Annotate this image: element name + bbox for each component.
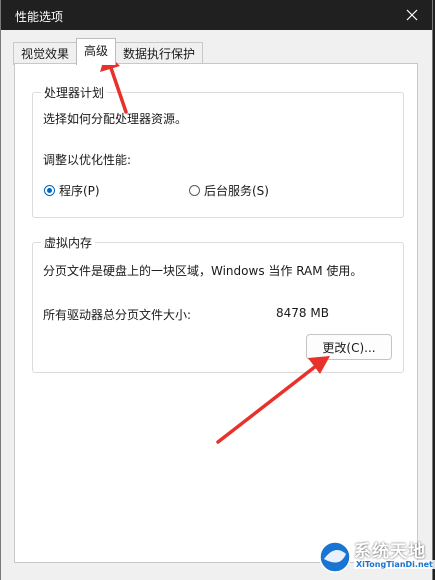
arrow-to-change-button	[216, 356, 330, 444]
watermark-title: 系统天地	[354, 542, 426, 562]
watermark-subtitle: XiTongTianDi.net	[354, 560, 435, 569]
globe-logo-icon	[319, 541, 351, 573]
site-watermark: 系统天地 XiTongTianDi.net	[316, 536, 435, 578]
annotation-arrows	[100, 52, 330, 444]
tab-advanced[interactable]: 高级	[76, 38, 117, 65]
